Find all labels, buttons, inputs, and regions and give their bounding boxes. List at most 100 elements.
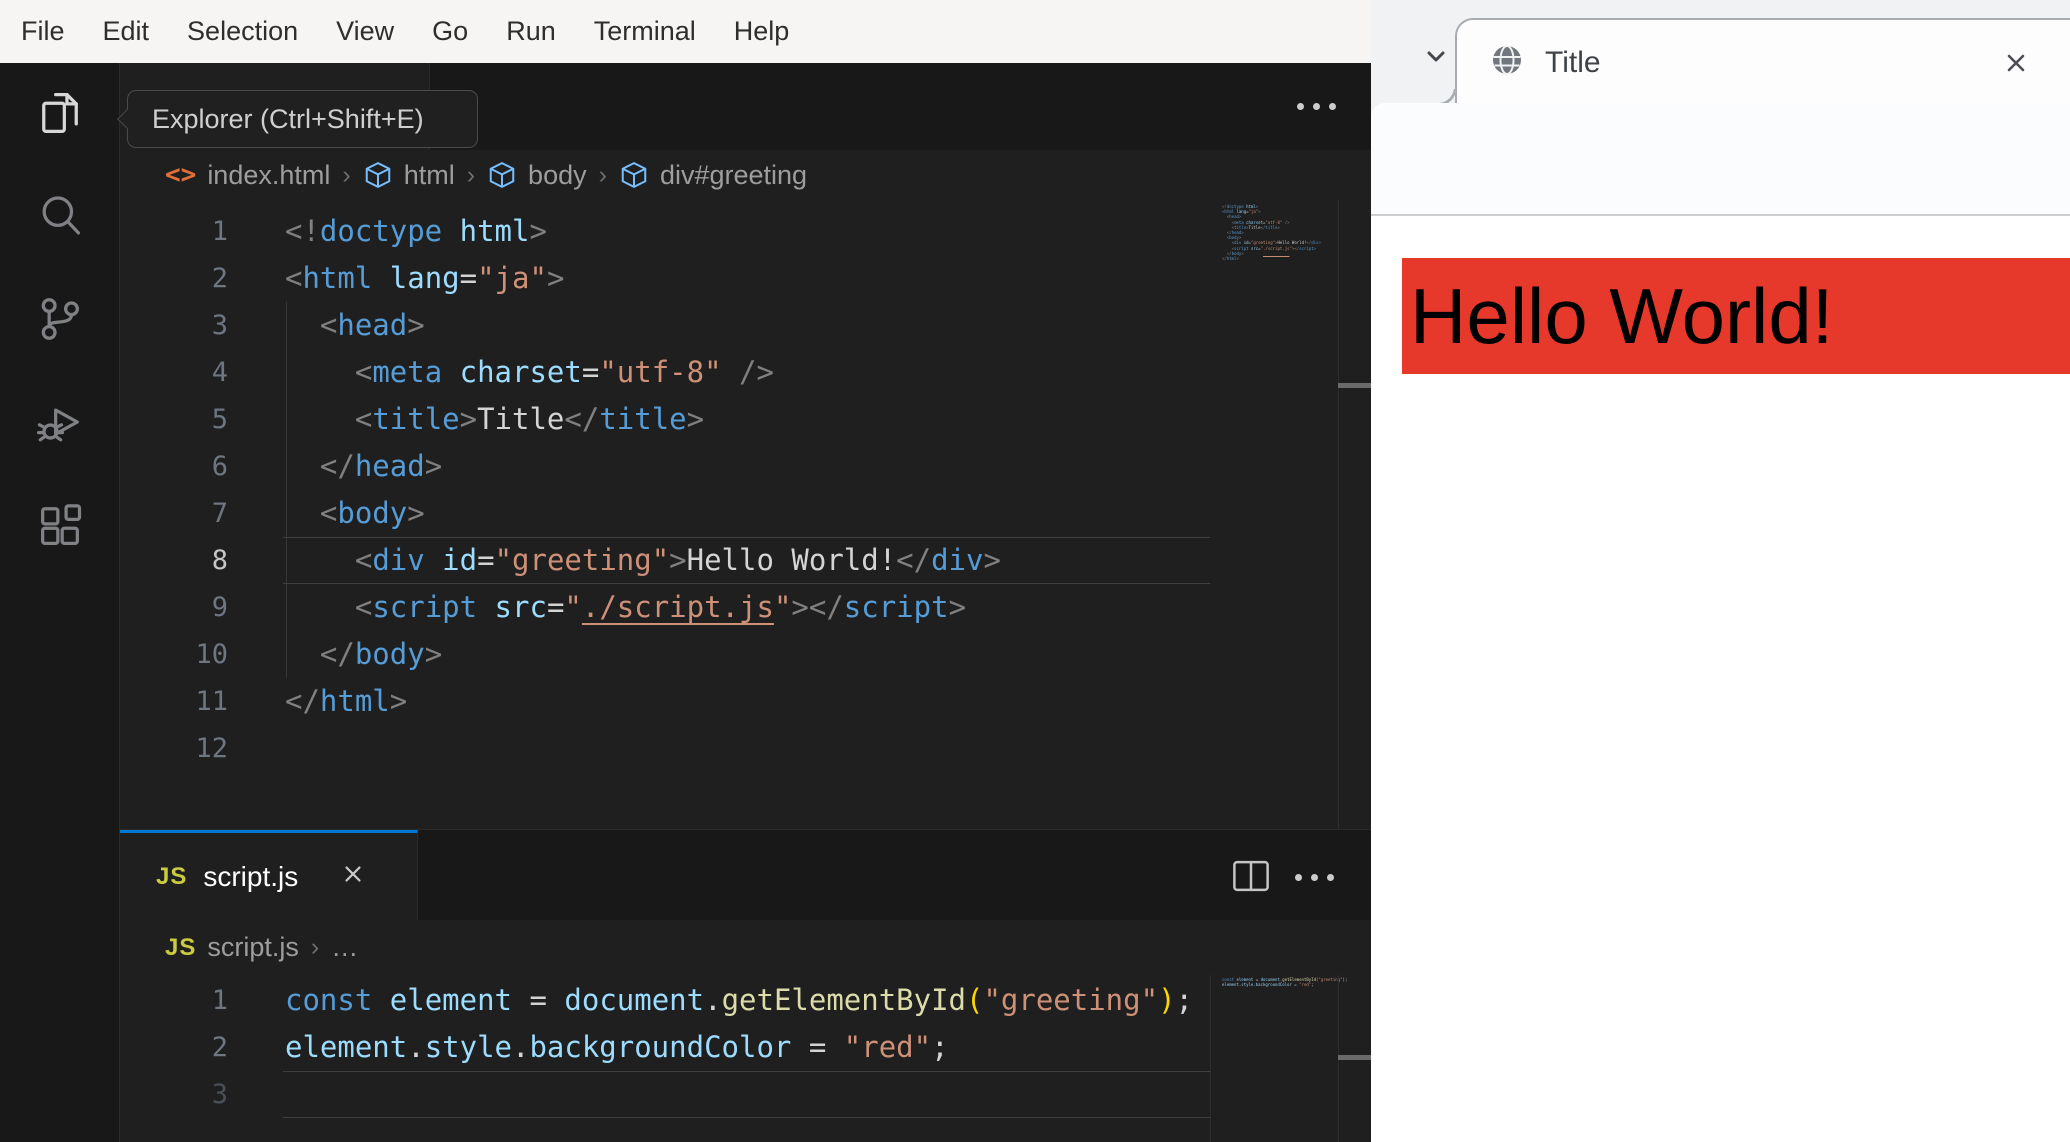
minimap-border bbox=[1210, 975, 1211, 1142]
git-branch-icon bbox=[34, 293, 86, 350]
breadcrumb-item[interactable]: div#greeting bbox=[660, 160, 807, 191]
line-number: 8 bbox=[211, 545, 228, 576]
code-text: </head> bbox=[319, 449, 443, 483]
js-file-icon: JS bbox=[165, 933, 197, 961]
editor-actions-more-button-top[interactable] bbox=[1297, 103, 1336, 110]
browser-tab-strip: Title bbox=[1371, 0, 2070, 117]
menu-bar: File Edit Selection View Go Run Terminal Help bbox=[0, 0, 1371, 63]
browser-tab[interactable]: Title bbox=[1440, 18, 2070, 105]
menu-item-selection[interactable]: Selection bbox=[168, 0, 317, 63]
breadcrumb-item[interactable]: html bbox=[404, 160, 455, 191]
line-number: 3 bbox=[211, 310, 228, 341]
minimap-js[interactable]: const element = document.getElementById(… bbox=[1222, 977, 1347, 987]
breadcrumb-item[interactable]: … bbox=[331, 932, 358, 963]
browser-window: Title ファイル /home/u Hello World! bbox=[1371, 0, 2070, 1142]
menu-item-file[interactable]: File bbox=[2, 0, 84, 63]
activity-extensions-button[interactable] bbox=[32, 499, 88, 555]
debug-play-icon bbox=[34, 396, 86, 453]
js-editor[interactable]: 1 const element = document.getElementById… bbox=[120, 975, 1371, 1142]
symbol-cube-icon bbox=[619, 160, 649, 191]
split-editor-button[interactable] bbox=[1233, 860, 1269, 897]
code-text: <html lang="ja"> bbox=[285, 261, 565, 295]
activity-source-control-button[interactable] bbox=[32, 293, 88, 349]
menu-item-view[interactable]: View bbox=[317, 0, 413, 63]
extensions-icon bbox=[34, 499, 86, 556]
tab-script-js[interactable]: JS script.js bbox=[120, 830, 418, 920]
code-line-3[interactable]: 3 <head> bbox=[120, 302, 1371, 349]
code-text: </body> bbox=[319, 637, 443, 671]
tab-label: script.js bbox=[203, 860, 299, 892]
code-line-2[interactable]: 2 element.style.backgroundColor = "red"; bbox=[120, 1024, 1371, 1071]
code-line-6[interactable]: 6 </head> bbox=[120, 443, 1371, 490]
editor-actions-more-button-bottom[interactable] bbox=[1295, 874, 1334, 881]
menu-item-run[interactable]: Run bbox=[487, 0, 575, 63]
symbol-cube-icon bbox=[487, 160, 517, 191]
scrollbar-top-editor[interactable] bbox=[1338, 200, 1371, 830]
line-number: 4 bbox=[211, 357, 228, 388]
html-file-icon: <> bbox=[165, 160, 197, 190]
line-number: 10 bbox=[195, 639, 228, 670]
breadcrumb-js: JS script.js › … bbox=[120, 920, 1371, 975]
overview-ruler-marker bbox=[1338, 383, 1371, 388]
code-line-7[interactable]: 7 <body> bbox=[120, 490, 1371, 537]
editor-tabbar-bottom: JS script.js bbox=[120, 830, 1371, 920]
activity-search-button[interactable] bbox=[32, 190, 88, 246]
line-number: 1 bbox=[211, 985, 228, 1016]
code-line-12[interactable]: 12 bbox=[120, 725, 1371, 772]
code-text: <head> bbox=[319, 308, 425, 342]
menu-item-edit[interactable]: Edit bbox=[84, 0, 169, 63]
line-number: 5 bbox=[211, 404, 228, 435]
files-icon bbox=[34, 87, 86, 144]
menu-item-help[interactable]: Help bbox=[715, 0, 809, 63]
breadcrumb-separator: › bbox=[342, 160, 351, 189]
code-line-11[interactable]: 11 </html> bbox=[120, 678, 1371, 725]
globe-favicon-icon bbox=[1491, 44, 1523, 81]
tab-close-button[interactable] bbox=[340, 861, 366, 892]
code-line-2[interactable]: 2 <html lang="ja"> bbox=[120, 255, 1371, 302]
line-number: 2 bbox=[211, 263, 228, 294]
breadcrumb-separator: › bbox=[466, 160, 476, 189]
breadcrumb-separator: › bbox=[310, 933, 320, 961]
vscode-window: File Edit Selection View Go Run Terminal Help bbox=[0, 0, 1371, 1142]
code-line-1[interactable]: 1 <!doctype html> bbox=[120, 208, 1371, 255]
js-file-icon: JS bbox=[156, 862, 188, 890]
code-line-4[interactable]: 4 <meta charset="utf-8" /> bbox=[120, 349, 1371, 396]
line-number: 1 bbox=[211, 216, 228, 247]
code-line-10[interactable]: 10 </body> bbox=[120, 631, 1371, 678]
code-text: element.style.backgroundColor = "red"; bbox=[285, 1030, 949, 1064]
activity-run-debug-button[interactable] bbox=[32, 396, 88, 452]
code-text: <script src="./script.js"></script> bbox=[354, 590, 967, 624]
breadcrumb-separator: › bbox=[598, 160, 607, 189]
tab-title: Title bbox=[1545, 45, 1601, 79]
tab-list-chevron-button[interactable] bbox=[1417, 37, 1455, 75]
code-text: <div id="greeting">Hello World!</div> bbox=[354, 543, 1001, 577]
code-text: </html> bbox=[285, 684, 408, 718]
breadcrumb-item[interactable]: body bbox=[528, 160, 587, 191]
code-line-9[interactable]: 9 <script src="./script.js"></script> bbox=[120, 584, 1371, 631]
minimap-line: element.style.backgroundColor = "red"; bbox=[1222, 982, 1314, 988]
line-number: 3 bbox=[211, 1079, 228, 1110]
code-line-1[interactable]: 1 const element = document.getElementById… bbox=[120, 977, 1371, 1024]
code-text: const element = document.getElementById(… bbox=[285, 983, 1194, 1017]
line-number: 12 bbox=[195, 733, 228, 764]
symbol-cube-icon bbox=[363, 160, 393, 191]
code-line-5[interactable]: 5 <title>Title</title> bbox=[120, 396, 1371, 443]
tab-close-button[interactable] bbox=[2001, 48, 2031, 78]
activity-explorer-button[interactable] bbox=[32, 87, 88, 143]
menu-item-go[interactable]: Go bbox=[413, 0, 487, 63]
html-editor[interactable]: 1 <!doctype html> 2 <html lang="ja"> 3 <head… bbox=[120, 200, 1371, 830]
code-line-8[interactable]: 8 <div id="greeting">Hello World!</div> bbox=[120, 537, 1371, 584]
line-number: 7 bbox=[211, 498, 228, 529]
browser-toolbar: ファイル /home/u bbox=[1371, 103, 2070, 307]
line-number: 9 bbox=[211, 592, 228, 623]
breadcrumb-item[interactable]: index.html bbox=[207, 160, 330, 191]
line-number: 6 bbox=[211, 451, 228, 482]
code-text: <meta charset="utf-8" /> bbox=[354, 355, 774, 389]
menu-item-terminal[interactable]: Terminal bbox=[575, 0, 715, 63]
minimap-line: </html> bbox=[1222, 256, 1239, 262]
minimap-html[interactable]: <!doctype html> <html lang="ja"> <head> <… bbox=[1222, 204, 1321, 261]
code-line-3[interactable]: 3 bbox=[120, 1071, 1371, 1118]
search-icon bbox=[34, 190, 86, 247]
breadcrumb-item[interactable]: script.js bbox=[207, 932, 299, 963]
code-text: <!doctype html> bbox=[285, 214, 547, 248]
